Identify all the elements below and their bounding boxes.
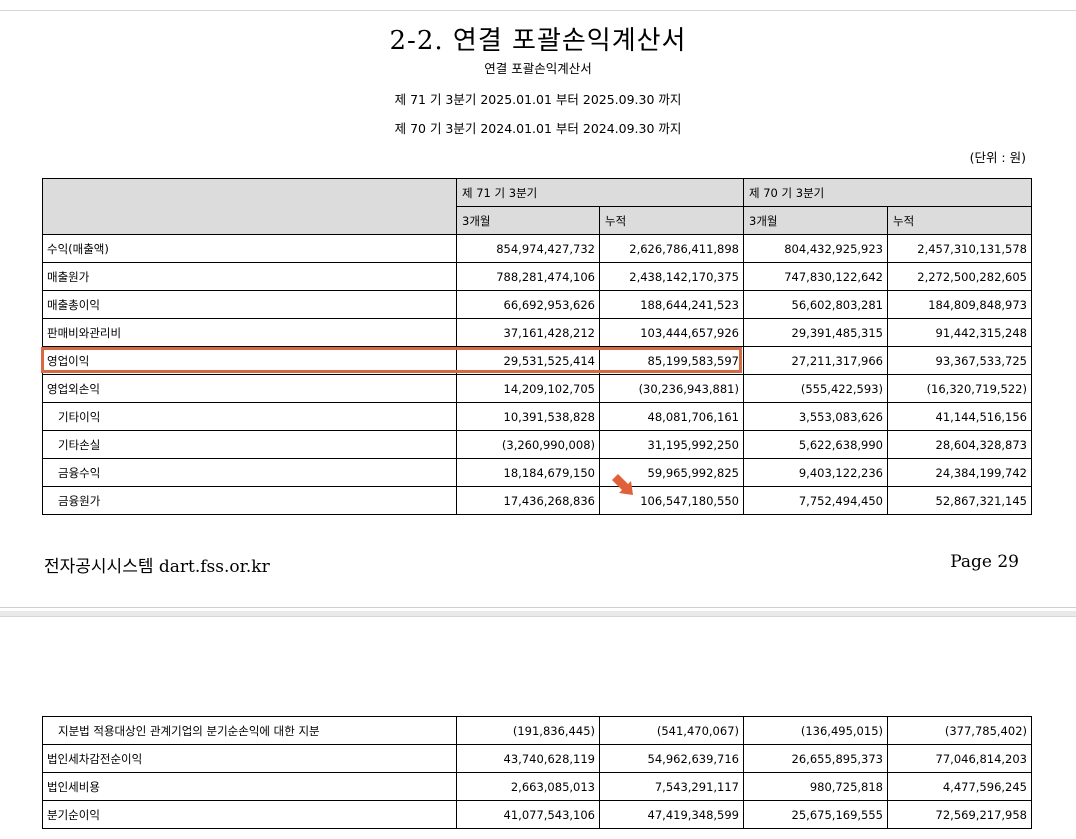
cell-value: 93,367,533,725 — [887, 346, 1032, 375]
operating-income-highlight-box — [41, 347, 742, 373]
cell-value: 103,444,657,926 — [599, 318, 744, 347]
row-label: 기타이익 — [42, 402, 457, 431]
cell-value: 9,403,122,236 — [743, 458, 888, 487]
row-label: 금융수익 — [42, 458, 457, 487]
statement-subtitle: 연결 포괄손익계산서 — [484, 61, 592, 76]
cell-value: 7,543,291,117 — [599, 772, 744, 801]
cell-value: 4,477,596,245 — [887, 772, 1032, 801]
cell-value: 77,046,814,203 — [887, 744, 1032, 773]
page-separator — [0, 616, 1076, 617]
row-label: 수익(매출액) — [42, 234, 457, 263]
cell-value: 5,622,638,990 — [743, 430, 888, 459]
row-label: 법인세비용 — [42, 772, 457, 801]
cell-value: (555,422,593) — [743, 374, 888, 403]
row-label: 지분법 적용대상인 관계기업의 분기순손익에 대한 지분 — [42, 716, 457, 745]
cell-value: 2,626,786,411,898 — [599, 234, 744, 263]
cell-value: 48,081,706,161 — [599, 402, 744, 431]
income-statement-table-continued: 지분법 적용대상인 관계기업의 분기순손익에 대한 지분 (191,836,44… — [42, 716, 1032, 829]
cell-value: 54,962,639,716 — [599, 744, 744, 773]
cell-value: 14,209,102,705 — [456, 374, 600, 403]
period-prior: 제 70 기 3분기 2024.01.01 부터 2024.09.30 까지 — [394, 121, 682, 136]
cell-value: 17,436,268,836 — [456, 486, 600, 515]
header-70-cumulative: 누적 — [887, 206, 1032, 235]
table-row: 법인세차감전순이익 43,740,628,119 54,962,639,716 … — [42, 744, 1032, 773]
arrow-down-right-icon — [612, 474, 633, 495]
cell-value: 2,438,142,170,375 — [599, 262, 744, 291]
cell-value: 31,195,992,250 — [599, 430, 744, 459]
cell-value: 28,604,328,873 — [887, 430, 1032, 459]
cell-value: 188,644,241,523 — [599, 290, 744, 319]
cell-value: 18,184,679,150 — [456, 458, 600, 487]
page-separator — [0, 607, 1076, 608]
unit-label: (단위 : 원) — [969, 150, 1026, 165]
header-account — [42, 178, 457, 235]
row-label: 기타손실 — [42, 430, 457, 459]
cell-value: 747,830,122,642 — [743, 262, 888, 291]
cell-value: 804,432,925,923 — [743, 234, 888, 263]
table-row: 기타이익 10,391,538,828 48,081,706,161 3,553… — [42, 402, 1032, 431]
header-71-cumulative: 누적 — [599, 206, 744, 235]
cell-value: 37,161,428,212 — [456, 318, 600, 347]
cell-value: 980,725,818 — [743, 772, 888, 801]
cell-value: 3,553,083,626 — [743, 402, 888, 431]
table-row: 매출총이익 66,692,953,626 188,644,241,523 56,… — [42, 290, 1032, 319]
cell-value: 27,211,317,966 — [743, 346, 888, 375]
cell-value: 56,602,803,281 — [743, 290, 888, 319]
table-row: 수익(매출액) 854,974,427,732 2,626,786,411,89… — [42, 234, 1032, 263]
cell-value: 184,809,848,973 — [887, 290, 1032, 319]
period-current: 제 71 기 3분기 2025.01.01 부터 2025.09.30 까지 — [394, 92, 682, 107]
table-row: 판매비와관리비 37,161,428,212 103,444,657,926 2… — [42, 318, 1032, 347]
cell-value: (191,836,445) — [456, 716, 600, 745]
footer-source: 전자공시시스템 dart.fss.or.kr — [44, 557, 270, 577]
row-label: 법인세차감전순이익 — [42, 744, 457, 773]
cell-value: (30,236,943,881) — [599, 374, 744, 403]
page-number: Page 29 — [950, 552, 1019, 572]
header-period-70: 제 70 기 3분기 — [743, 178, 1032, 207]
header-70-three-month: 3개월 — [743, 206, 888, 235]
cell-value: 788,281,474,106 — [456, 262, 600, 291]
cell-value: 52,867,321,145 — [887, 486, 1032, 515]
cell-value: (136,495,015) — [743, 716, 888, 745]
table-row: 분기순이익 41,077,543,106 47,419,348,599 25,6… — [42, 800, 1032, 829]
cell-value: 24,384,199,742 — [887, 458, 1032, 487]
cell-value: 41,077,543,106 — [456, 800, 600, 829]
row-label: 영업외손익 — [42, 374, 457, 403]
table-row: 지분법 적용대상인 관계기업의 분기순손익에 대한 지분 (191,836,44… — [42, 716, 1032, 745]
table-row: 금융원가 17,436,268,836 106,547,180,550 7,75… — [42, 486, 1032, 515]
cell-value: 47,419,348,599 — [599, 800, 744, 829]
row-label: 분기순이익 — [42, 800, 457, 829]
cell-value: (541,470,067) — [599, 716, 744, 745]
cell-value: 29,391,485,315 — [743, 318, 888, 347]
cell-value: 10,391,538,828 — [456, 402, 600, 431]
table-row: 기타손실 (3,260,990,008) 31,195,992,250 5,62… — [42, 430, 1032, 459]
row-label: 판매비와관리비 — [42, 318, 457, 347]
cell-value: 2,457,310,131,578 — [887, 234, 1032, 263]
cell-value: 91,442,315,248 — [887, 318, 1032, 347]
header-71-three-month: 3개월 — [456, 206, 600, 235]
cell-value: 66,692,953,626 — [456, 290, 600, 319]
cell-value: 7,752,494,450 — [743, 486, 888, 515]
page-top-border — [0, 10, 1076, 11]
header-period-71: 제 71 기 3분기 — [456, 178, 744, 207]
cell-value: 854,974,427,732 — [456, 234, 600, 263]
table-row: 매출원가 788,281,474,106 2,438,142,170,375 7… — [42, 262, 1032, 291]
cell-value: 2,663,085,013 — [456, 772, 600, 801]
table-row: 법인세비용 2,663,085,013 7,543,291,117 980,72… — [42, 772, 1032, 801]
header-row-periods: 제 71 기 3분기 제 70 기 3분기 — [42, 178, 1032, 235]
cell-value: (3,260,990,008) — [456, 430, 600, 459]
row-label: 매출원가 — [42, 262, 457, 291]
cell-value: (16,320,719,522) — [887, 374, 1032, 403]
cell-value: (377,785,402) — [887, 716, 1032, 745]
cell-value: 26,655,895,373 — [743, 744, 888, 773]
cell-value: 43,740,628,119 — [456, 744, 600, 773]
cell-value: 41,144,516,156 — [887, 402, 1032, 431]
table-row: 영업외손익 14,209,102,705 (30,236,943,881) (5… — [42, 374, 1032, 403]
table-row: 금융수익 18,184,679,150 59,965,992,825 9,403… — [42, 458, 1032, 487]
row-label: 매출총이익 — [42, 290, 457, 319]
cell-value: 25,675,169,555 — [743, 800, 888, 829]
page-title: 2-2. 연결 포괄손익계산서 — [389, 26, 687, 56]
row-label: 금융원가 — [42, 486, 457, 515]
cell-value: 2,272,500,282,605 — [887, 262, 1032, 291]
cell-value: 72,569,217,958 — [887, 800, 1032, 829]
